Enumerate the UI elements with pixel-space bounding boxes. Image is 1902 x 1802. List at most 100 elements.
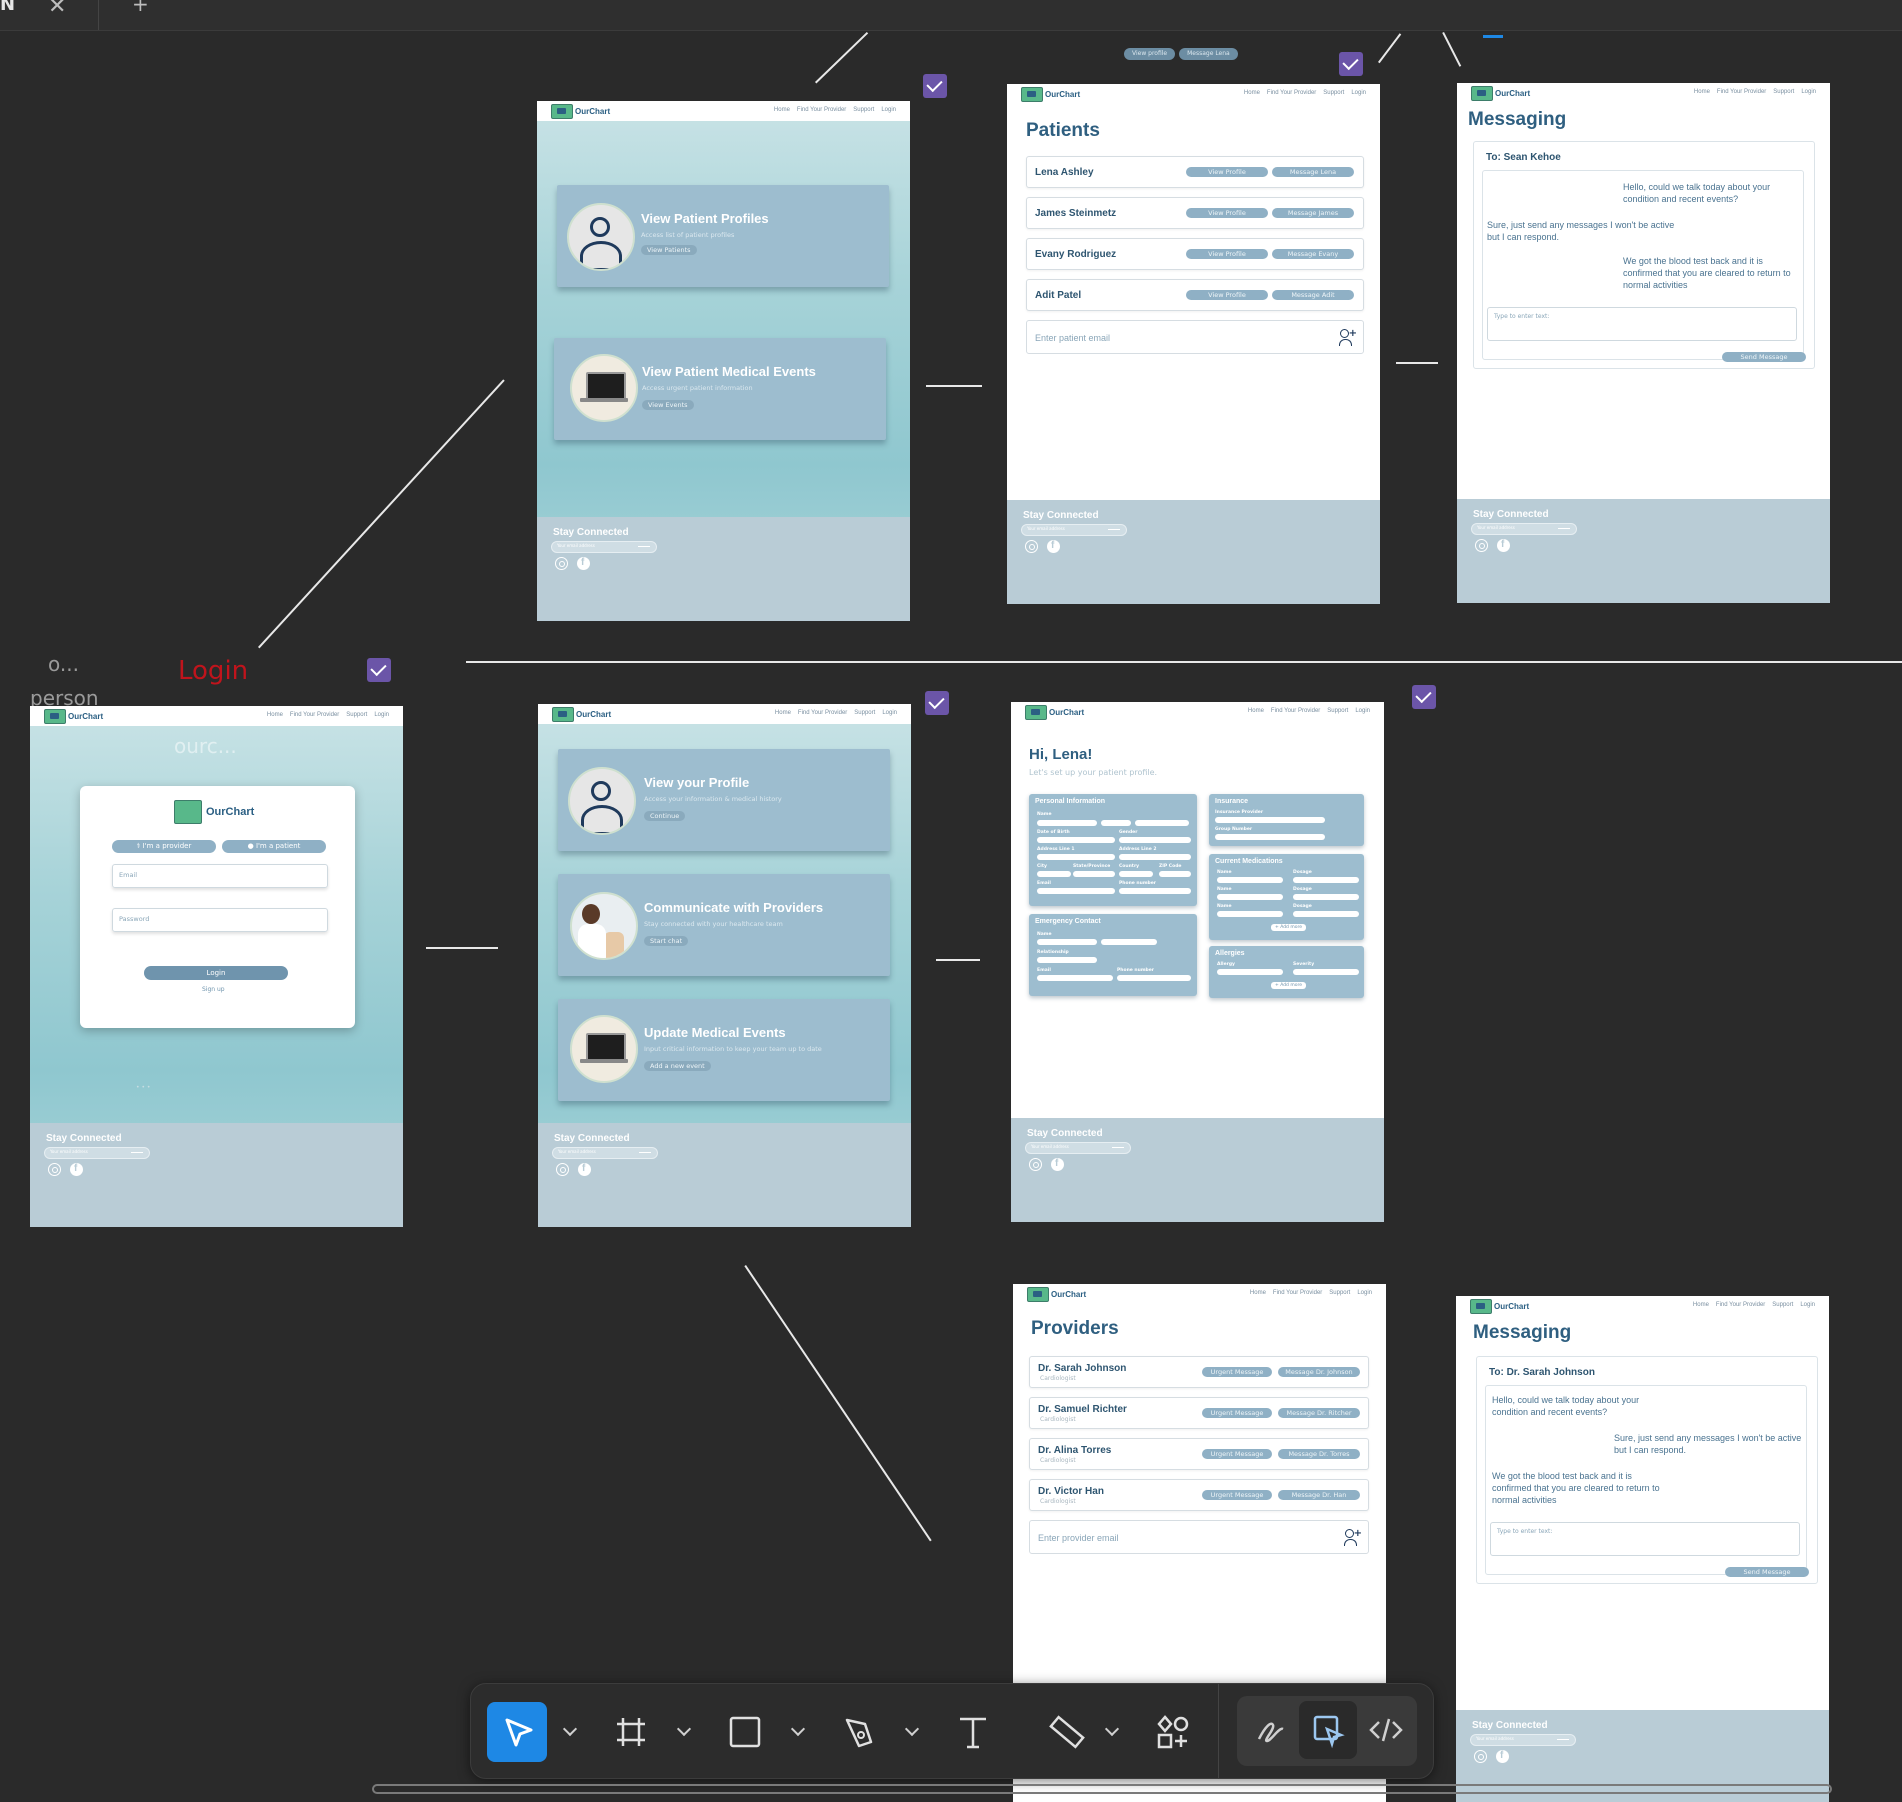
ruler-tool[interactable] [1037,1702,1097,1762]
login-button[interactable]: Login [144,966,288,980]
input-field[interactable] [1073,871,1115,877]
nav-login[interactable]: Login [1351,90,1366,96]
nav-home[interactable]: Home [1694,89,1710,95]
message-button[interactable]: Message James [1272,208,1354,218]
urgent-message-button[interactable]: Urgent Message [1202,1408,1272,1418]
input-field[interactable] [1135,820,1189,826]
input-field[interactable] [1293,894,1359,900]
nav-login[interactable]: Login [882,710,897,716]
input-field[interactable] [1215,834,1325,840]
instagram-icon[interactable] [48,1163,61,1176]
card-view-your-profile[interactable]: View your Profile Access your informatio… [558,749,890,851]
provider-toggle-button[interactable]: ⚕ I'm a provider [112,840,216,853]
frame-checkbox[interactable] [367,658,391,682]
frame-checkbox[interactable] [923,74,947,98]
brand-logo[interactable]: OurChart [44,708,103,724]
urgent-message-button[interactable]: Urgent Message [1202,1449,1272,1459]
chevron-down-icon[interactable] [904,1721,920,1737]
input-field[interactable] [1037,871,1071,877]
input-field[interactable] [1101,820,1131,826]
patient-toggle-button[interactable]: ● I'm a patient [222,840,326,853]
message-button[interactable]: Message Evany [1272,249,1354,259]
move-tool[interactable] [487,1702,547,1762]
message-input[interactable]: Type to enter text: [1487,307,1797,341]
instagram-icon[interactable] [1475,539,1488,552]
nav-support[interactable]: Support [1323,90,1344,96]
input-field[interactable] [1217,969,1283,975]
instagram-icon[interactable] [1474,1750,1487,1763]
nav-find-provider[interactable]: Find Your Provider [1267,90,1316,96]
nav-find-provider[interactable]: Find Your Provider [798,710,847,716]
view-events-button[interactable]: View Events [642,400,694,410]
nav-find-provider[interactable]: Find Your Provider [1271,708,1320,714]
footer-email-input[interactable]: Your email address [1471,523,1577,535]
footer-email-input[interactable]: Your email address [1025,1142,1131,1154]
nav-home[interactable]: Home [1244,90,1260,96]
nav-find-provider[interactable]: Find Your Provider [1273,1290,1322,1296]
chevron-down-icon[interactable] [676,1721,692,1737]
password-field[interactable]: Password [112,908,328,932]
add-more-button[interactable]: + Add more [1271,924,1306,931]
facebook-icon[interactable] [1051,1158,1064,1171]
facebook-icon[interactable] [1496,1750,1509,1763]
facebook-icon[interactable] [577,557,590,570]
input-field[interactable] [1159,871,1191,877]
input-field[interactable] [1037,854,1115,860]
frame-provider-home[interactable]: OurChart Home Find Your Provider Support Lo… [537,101,910,621]
footer-email-input[interactable]: Your email address [551,541,657,553]
input-field[interactable] [1293,877,1359,883]
facebook-icon[interactable] [70,1163,83,1176]
view-patients-button[interactable]: View Patients [641,245,697,255]
chip-message-lena[interactable]: Message Lena [1179,48,1238,60]
brand-logo[interactable]: OurChart [551,103,610,119]
frame-tool[interactable] [601,1702,661,1762]
chevron-down-icon[interactable] [1104,1721,1120,1737]
view-profile-button[interactable]: View Profile [1186,290,1268,300]
add-provider-field[interactable]: Enter provider email + [1029,1520,1369,1554]
brand-logo[interactable]: OurChart [1021,86,1080,102]
tab-initial[interactable]: N [0,0,15,15]
message-input[interactable]: Type to enter text: [1490,1522,1800,1556]
nav-home[interactable]: Home [774,107,790,113]
frame-messaging-patient[interactable]: OurChart Home Find Your Provider Support Lo… [1456,1296,1829,1802]
nav-login[interactable]: Login [1801,89,1816,95]
urgent-message-button[interactable]: Urgent Message [1202,1490,1272,1500]
facebook-icon[interactable] [1047,540,1060,553]
nav-home[interactable]: Home [1693,1302,1709,1308]
nav-find-provider[interactable]: Find Your Provider [797,107,846,113]
frame-checkbox[interactable] [1339,52,1363,76]
nav-support[interactable]: Support [854,710,875,716]
nav-login[interactable]: Login [1357,1290,1372,1296]
message-provider-button[interactable]: Message Dr. Johnson [1278,1367,1360,1377]
nav-find-provider[interactable]: Find Your Provider [290,712,339,718]
input-field[interactable] [1119,854,1191,860]
input-field[interactable] [1037,820,1097,826]
frame-profile-setup[interactable]: OurChart Home Find Your Provider Support Lo… [1011,702,1384,1222]
close-icon[interactable]: ✕ [48,0,66,19]
input-field[interactable] [1037,975,1113,981]
frame-checkbox[interactable] [1412,685,1436,709]
input-field[interactable] [1037,957,1097,963]
input-field[interactable] [1293,969,1359,975]
start-chat-button[interactable]: Start chat [644,936,689,946]
brand-logo[interactable]: OurChart [1027,1286,1086,1302]
frame-messaging-provider[interactable]: OurChart Home Find Your Provider Support Lo… [1457,83,1830,603]
input-field[interactable] [1217,911,1283,917]
card-communicate-providers[interactable]: Communicate with Providers Stay connecte… [558,874,890,976]
facebook-icon[interactable] [1497,539,1510,552]
input-field[interactable] [1117,975,1191,981]
input-field[interactable] [1037,939,1097,945]
brand-logo[interactable]: OurChart [1025,704,1084,720]
nav-home[interactable]: Home [1250,1290,1266,1296]
nav-support[interactable]: Support [853,107,874,113]
input-field[interactable] [1119,871,1153,877]
message-button[interactable]: Message Lena [1272,167,1354,177]
instagram-icon[interactable] [556,1163,569,1176]
view-profile-button[interactable]: View Profile [1186,208,1268,218]
send-message-button[interactable]: Send Message [1722,352,1806,362]
card-view-patient-profiles[interactable]: View Patient Profiles Access list of pat… [557,185,889,287]
input-field[interactable] [1215,817,1325,823]
frame-patient-home[interactable]: OurChart Home Find Your Provider Support Lo… [538,704,911,1227]
view-profile-button[interactable]: View Profile [1186,167,1268,177]
card-update-medical-events[interactable]: Update Medical Events Input critical inf… [558,999,890,1101]
